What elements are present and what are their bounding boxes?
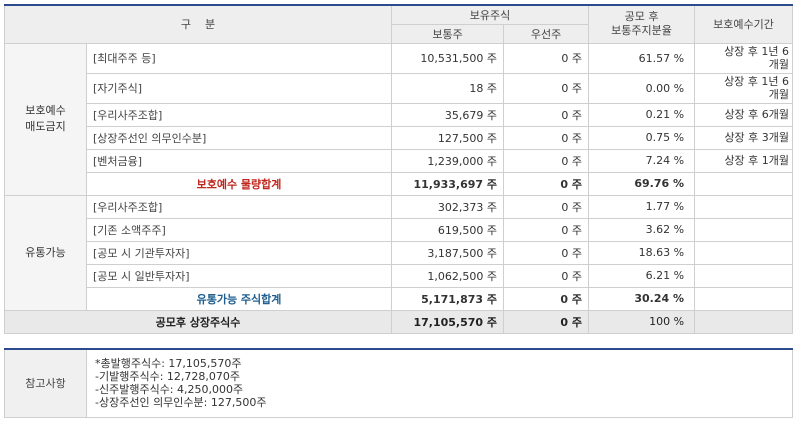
- row-common: 3,187,500 주: [391, 240, 505, 265]
- total-row: 공모후 상장주식수 17,105,570 주 0 주 100 %: [3, 309, 794, 334]
- row-common: 302,373 주: [391, 194, 505, 219]
- subtotal-ratio: 30.24 %: [588, 286, 696, 311]
- row-ratio: 61.57 %: [588, 42, 696, 74]
- row-period: [694, 240, 794, 265]
- row-period-line2: 개월: [768, 88, 790, 101]
- total-preferred: 0 주: [503, 309, 590, 334]
- row-label: [우리사주조합]: [85, 102, 393, 127]
- subtotal-label: 유통가능 주식합계: [85, 286, 393, 311]
- row-label: [우리사주조합]: [85, 194, 393, 219]
- row-ratio: 0.00 %: [588, 72, 696, 104]
- row-common: 35,679 주: [391, 102, 505, 127]
- row-period-line1: 상장 후 1년 6: [724, 45, 790, 58]
- row-common: 10,531,500 주: [391, 42, 505, 74]
- subtotal-preferred: 0 주: [503, 286, 590, 311]
- subtotal-common: 11,933,697 주: [391, 171, 505, 196]
- table-row: [자기주식] 18 주 0 주 0.00 % 상장 후 1년 6 개월: [5, 72, 794, 104]
- row-preferred: 0 주: [503, 42, 590, 74]
- header-period: 보호예수기간: [694, 4, 794, 44]
- lockup-table: 구 분 보유주식 공모 후 보통주지분율 보호예수기간 보통주 우선주 보호예수…: [3, 4, 794, 334]
- subtotal-label: 보호예수 물량합계: [85, 171, 393, 196]
- row-ratio: 7.24 %: [588, 148, 696, 173]
- row-label: [자기주식]: [85, 72, 393, 104]
- header-common: 보통주: [391, 23, 505, 44]
- row-common: 1,239,000 주: [391, 148, 505, 173]
- header-preferred: 우선주: [503, 23, 590, 44]
- row-label: [공모 시 일반투자자]: [85, 263, 393, 288]
- row-preferred: 0 주: [503, 125, 590, 150]
- row-period: [694, 217, 794, 242]
- row-period-line1: 상장 후 1년 6: [724, 75, 790, 88]
- row-preferred: 0 주: [503, 240, 590, 265]
- row-common: 18 주: [391, 72, 505, 104]
- subtotal-ratio: 69.76 %: [588, 171, 696, 196]
- table-row: [공모 시 기관투자자] 3,187,500 주 0 주 18.63 %: [5, 240, 794, 265]
- row-ratio: 18.63 %: [588, 240, 696, 265]
- group-protected-line2: 매도금지: [25, 120, 66, 133]
- row-label: [벤처금융]: [85, 148, 393, 173]
- subtotal-common: 5,171,873 주: [391, 286, 505, 311]
- subtotal-row-protected: 보호예수 물량합계 11,933,697 주 0 주 69.76 %: [5, 171, 794, 196]
- row-common: 1,062,500 주: [391, 263, 505, 288]
- row-common: 619,500 주: [391, 217, 505, 242]
- row-preferred: 0 주: [503, 217, 590, 242]
- table-row: [기존 소액주주] 619,500 주 0 주 3.62 %: [5, 217, 794, 242]
- row-common: 127,500 주: [391, 125, 505, 150]
- row-label: [기존 소액주주]: [85, 217, 393, 242]
- row-preferred: 0 주: [503, 148, 590, 173]
- header-holding: 보유주식: [391, 4, 590, 25]
- note-line: -기발행주식수: 12,728,070주: [95, 370, 240, 384]
- subtotal-period: [694, 171, 794, 196]
- note-line: -신주발행주식수: 4,250,000주: [95, 383, 244, 397]
- table-row: [우리사주조합] 35,679 주 0 주 0.21 % 상장 후 6개월: [5, 102, 794, 127]
- table-row: [벤처금융] 1,239,000 주 0 주 7.24 % 상장 후 1개월: [5, 148, 794, 173]
- total-period: [694, 309, 794, 334]
- subtotal-row-tradable: 유통가능 주식합계 5,171,873 주 0 주 30.24 %: [5, 286, 794, 311]
- group-protected: 보호예수 매도금지: [4, 42, 87, 196]
- row-preferred: 0 주: [503, 72, 590, 104]
- header-ratio-line1: 공모 후: [624, 10, 659, 24]
- note-body: *총발행주식수: 17,105,570주 -기발행주식수: 12,728,070…: [86, 348, 793, 418]
- header-category: 구 분: [3, 4, 393, 44]
- group-tradable: 유통가능: [4, 194, 87, 311]
- note-table: 참고사항 *총발행주식수: 17,105,570주 -기발행주식수: 12,72…: [4, 348, 793, 418]
- row-period-line2: 개월: [768, 58, 790, 71]
- total-ratio: 100 %: [588, 309, 696, 334]
- row-period: [694, 263, 794, 288]
- table-row: 유통가능 [우리사주조합] 302,373 주 0 주 1.77 %: [4, 194, 794, 311]
- row-period: [694, 194, 794, 219]
- row-ratio: 6.21 %: [588, 263, 696, 288]
- row-label: [공모 시 기관투자자]: [85, 240, 393, 265]
- subtotal-period: [694, 286, 794, 311]
- subtotal-preferred: 0 주: [503, 171, 590, 196]
- row-ratio: 0.21 %: [588, 102, 696, 127]
- row-label: [최대주주 등]: [85, 42, 393, 74]
- table-row: 보호예수 매도금지 [최대주주 등] 10,531,500 주 0 주 61.5…: [4, 42, 794, 196]
- note-line: -상장주선인 의무인수분: 127,500주: [95, 396, 267, 410]
- header-ratio-line2: 보통주지분율: [611, 24, 672, 38]
- row-ratio: 1.77 %: [588, 194, 696, 219]
- total-label: 공모후 상장주식수: [3, 309, 393, 334]
- row-preferred: 0 주: [503, 102, 590, 127]
- row-period: 상장 후 6개월: [694, 102, 794, 127]
- table-row: [상장주선인 의무인수분] 127,500 주 0 주 0.75 % 상장 후 …: [5, 125, 794, 150]
- row-period: 상장 후 1년 6 개월: [694, 42, 794, 74]
- row-preferred: 0 주: [503, 263, 590, 288]
- row-period: 상장 후 1년 6 개월: [694, 72, 794, 104]
- row-label: [상장주선인 의무인수분]: [85, 125, 393, 150]
- note-line: *총발행주식수: 17,105,570주: [95, 357, 242, 371]
- row-period: 상장 후 3개월: [694, 125, 794, 150]
- group-protected-line1: 보호예수: [25, 104, 66, 117]
- total-common: 17,105,570 주: [391, 309, 505, 334]
- table-row: [공모 시 일반투자자] 1,062,500 주 0 주 6.21 %: [5, 263, 794, 288]
- row-ratio: 0.75 %: [588, 125, 696, 150]
- note-label: 참고사항: [4, 348, 87, 418]
- row-period: 상장 후 1개월: [694, 148, 794, 173]
- row-ratio: 3.62 %: [588, 217, 696, 242]
- header-ratio: 공모 후 보통주지분율: [588, 4, 696, 44]
- row-preferred: 0 주: [503, 194, 590, 219]
